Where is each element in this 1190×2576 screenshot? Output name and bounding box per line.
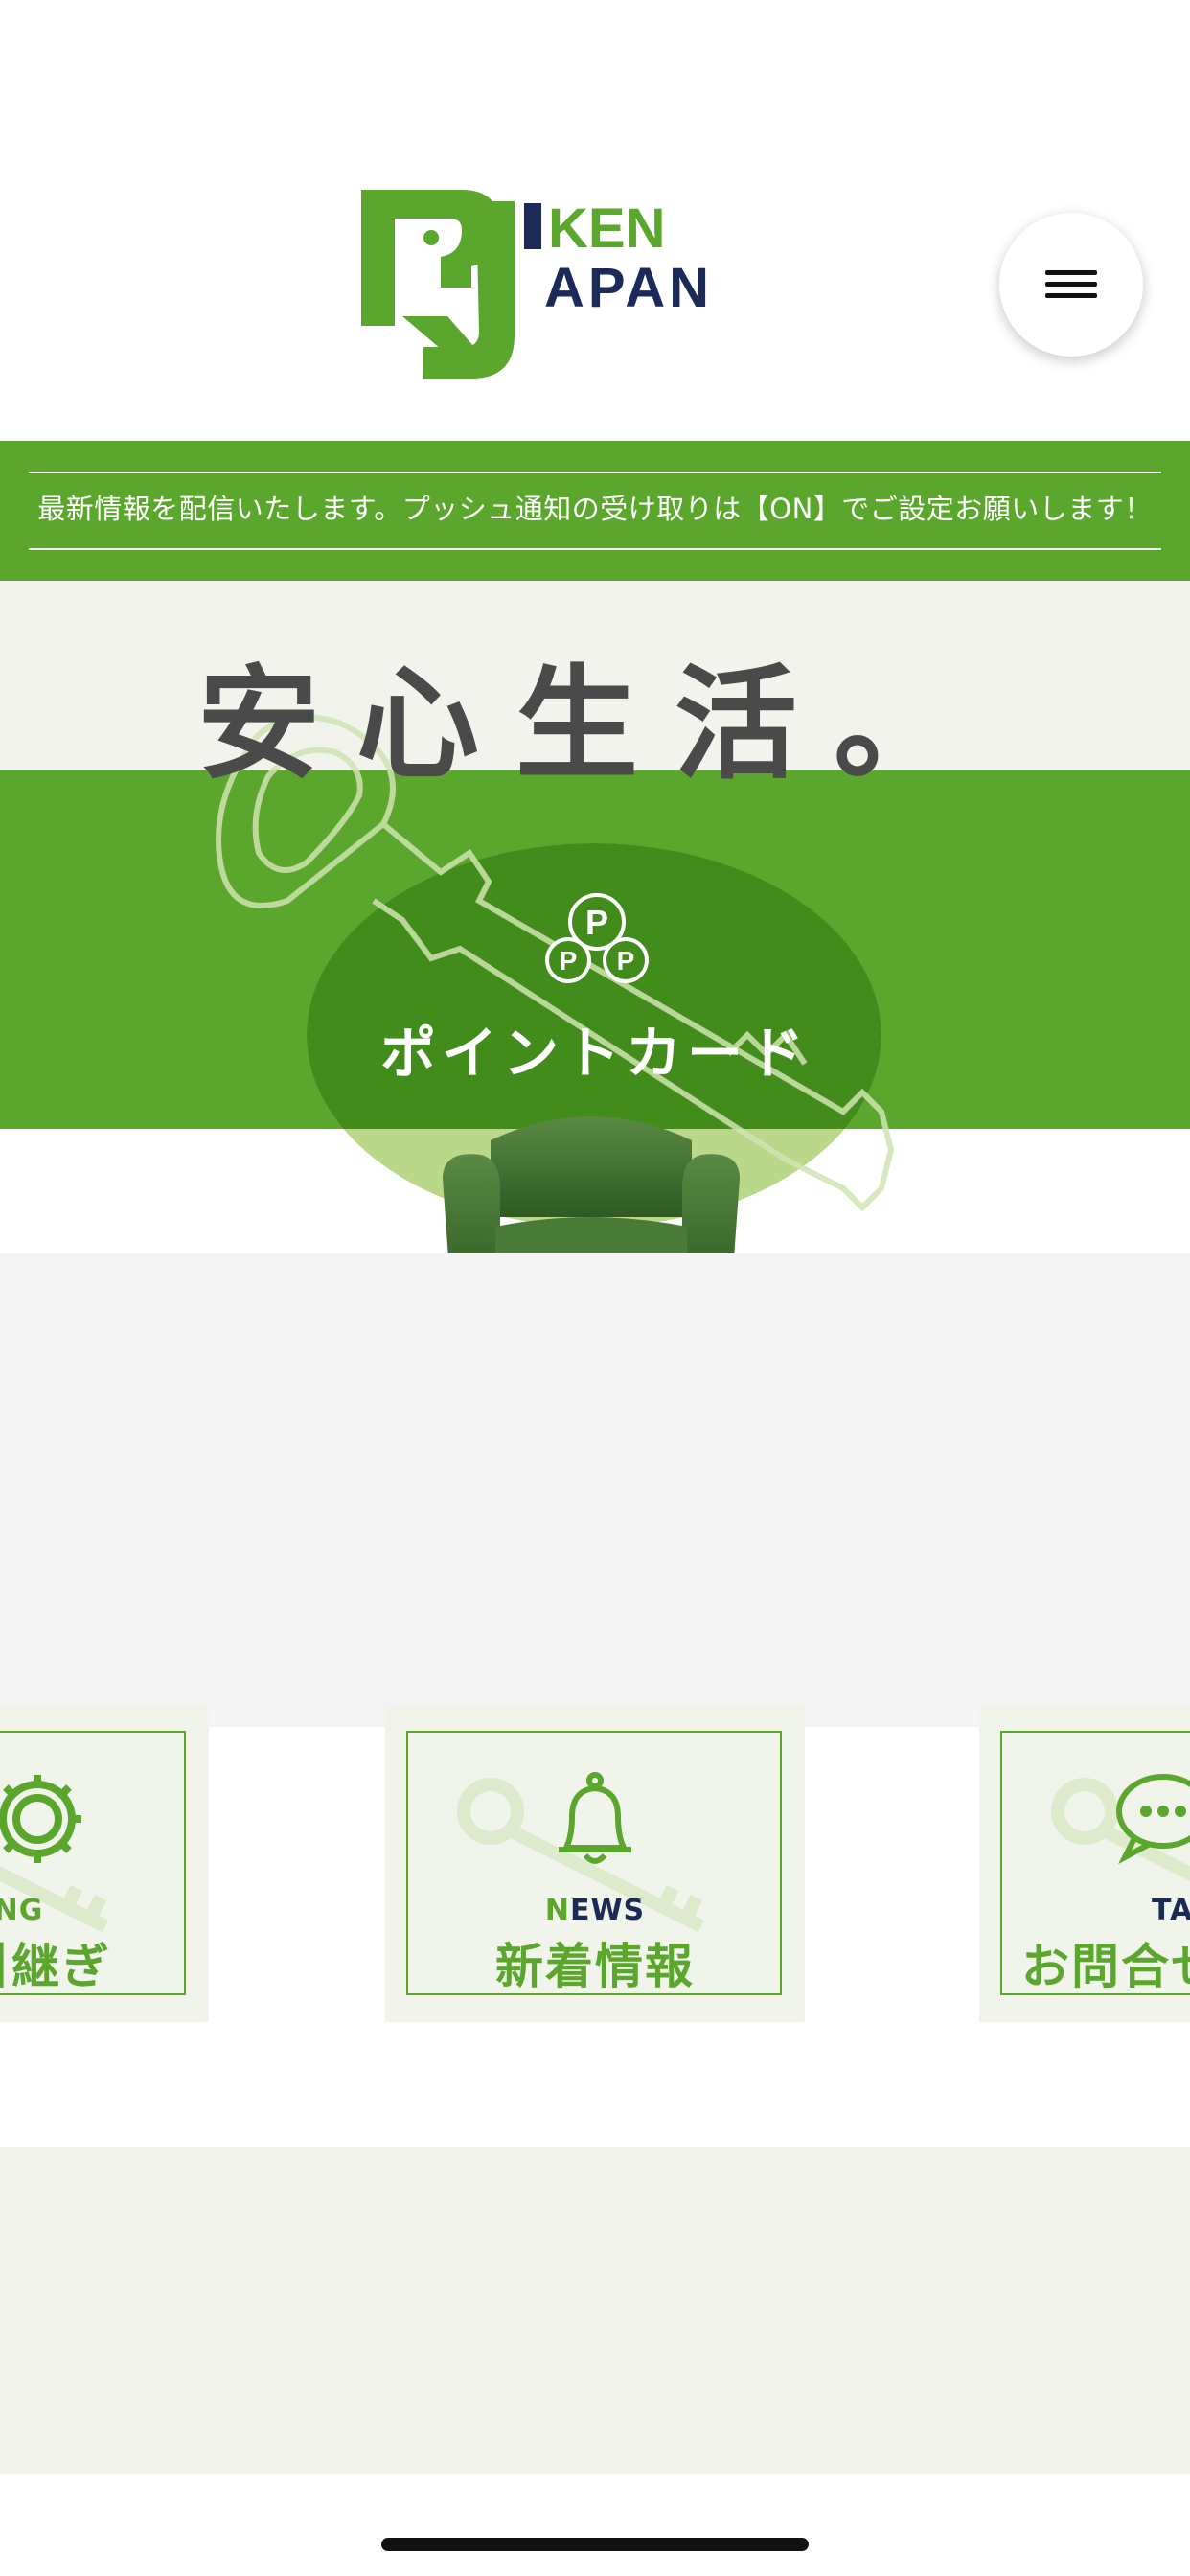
carousel-card-transfer[interactable]: TING 引継ぎ: [0, 1706, 209, 2022]
divider: [29, 548, 1161, 550]
bottom-placeholder-area: [0, 2147, 1190, 2474]
card-jp-label: 引継ぎ: [0, 1939, 111, 1994]
menu-carousel[interactable]: TING 引継ぎ NEWS 新着情報: [0, 1706, 1190, 2022]
hamburger-bar: [1045, 282, 1097, 287]
carousel-card-contact[interactable]: TA お問合せ: [979, 1706, 1190, 2022]
gear-icon: [0, 1775, 81, 1863]
divider: [29, 472, 1161, 473]
home-indicator[interactable]: [381, 2538, 809, 2551]
card-en-label: NEWS: [544, 1894, 646, 1927]
bell-icon: [559, 1772, 631, 1864]
point-card-button[interactable]: ポイントカード: [0, 1008, 1190, 1089]
point-coins-icon: P P P: [545, 893, 649, 983]
riken-japan-logo[interactable]: KEN APAN: [356, 182, 835, 383]
svg-text:P: P: [560, 946, 578, 976]
card-en-label: TING: [0, 1894, 44, 1927]
push-notice-text: 最新情報を配信いたします。プッシュ通知の受け取りは【ON】でご設定お願いします！: [37, 493, 1153, 525]
hamburger-bar: [1045, 293, 1097, 298]
header: KEN APAN: [0, 0, 1190, 441]
app-screen: KEN APAN 最新情報を配信いたします。プッシュ通知の受け取りは【ON】でご…: [0, 0, 1190, 2576]
push-notice-banner[interactable]: 最新情報を配信いたします。プッシュ通知の受け取りは【ON】でご設定お願いします！: [0, 441, 1190, 581]
card-jp-label: 新着情報: [495, 1939, 695, 1994]
card-en-label: TA: [1152, 1894, 1190, 1927]
menu-button[interactable]: [999, 213, 1143, 356]
svg-text:KEN: KEN: [548, 197, 665, 260]
svg-text:P: P: [585, 903, 608, 942]
svg-text:APAN: APAN: [544, 257, 713, 319]
chat-bubble-icon: [1116, 1774, 1190, 1865]
content-placeholder-area: [0, 1254, 1190, 1727]
hamburger-menu-icon: [1045, 270, 1097, 275]
carousel-card-news[interactable]: NEWS 新着情報: [385, 1706, 805, 2022]
hero-title: 安心生活。: [196, 654, 993, 796]
spacer: [0, 2022, 1190, 2147]
svg-text:P: P: [617, 946, 635, 976]
card-jp-label: お問合せ: [1021, 1939, 1190, 1994]
